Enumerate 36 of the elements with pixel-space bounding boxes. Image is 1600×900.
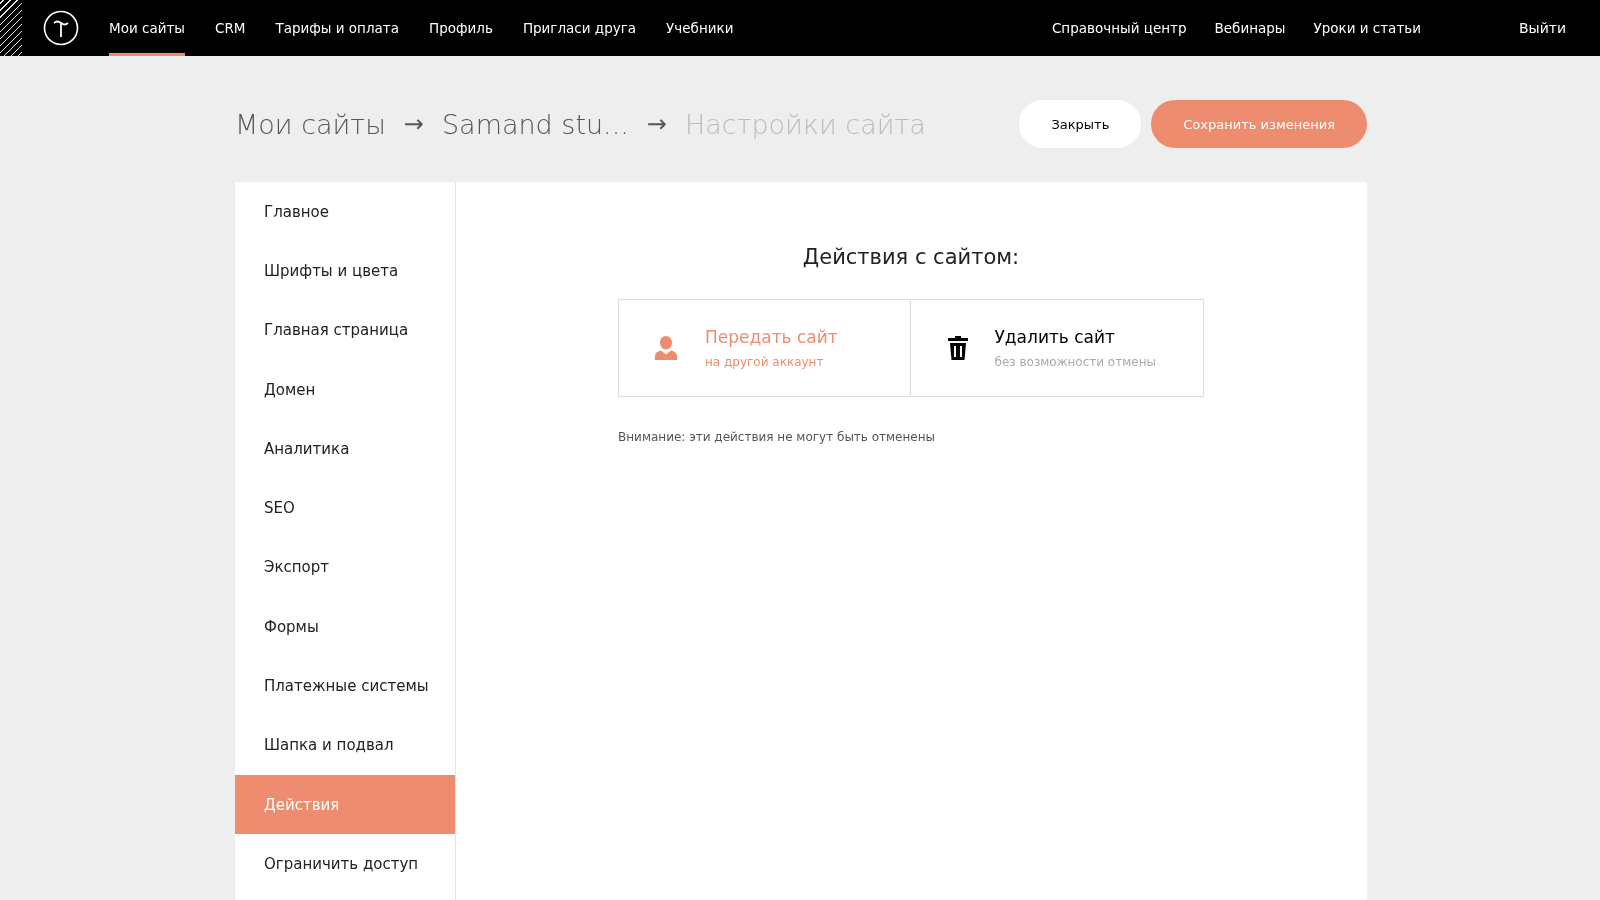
sidebar-item[interactable]: Домен	[235, 359, 455, 420]
person-icon	[653, 335, 679, 361]
logo-icon[interactable]	[43, 10, 79, 46]
sidebar-item[interactable]: Шапка и подвал	[235, 715, 455, 775]
sidebar-item[interactable]: SEO	[235, 478, 455, 538]
sidebar-item[interactable]: Главное	[235, 182, 455, 242]
section-title: Действия с сайтом:	[802, 245, 1020, 269]
card-subtitle: на другой аккаунт	[705, 355, 825, 369]
nav-tab[interactable]: Мои сайты	[109, 0, 185, 56]
sidebar-item[interactable]: Ограничить доступ	[235, 834, 455, 894]
arrow-separator: →	[646, 110, 667, 138]
card-subtitle: без возможности отмены	[994, 355, 1156, 369]
sidebar-item[interactable]: Главная страница	[235, 300, 455, 360]
breadcrumb-link[interactable]: Samand stu...	[441, 108, 629, 140]
delete-site-card[interactable]: Удалить сайт без возможности отмены	[909, 300, 1203, 396]
nav-tab[interactable]: CRM	[214, 0, 246, 56]
sidebar-item[interactable]: Аналитика	[235, 419, 455, 479]
nav-tab[interactable]: Профиль	[429, 0, 493, 56]
close-button[interactable]: Закрыть	[1019, 100, 1142, 148]
nav-link[interactable]: Уроки и статьи	[1313, 0, 1421, 56]
trash-icon	[946, 335, 969, 361]
sidebar-item[interactable]: Формы	[235, 597, 455, 657]
logout-link[interactable]: Выйти	[1519, 20, 1566, 36]
sidebar-item[interactable]: Экспорт	[235, 537, 455, 598]
nav-tab[interactable]: Учебники	[666, 0, 734, 56]
nav-tab[interactable]: Тарифы и оплата	[275, 0, 399, 56]
nav-tab[interactable]: Пригласи друга	[522, 0, 637, 56]
sidebar-item[interactable]: Платежные системы	[235, 656, 455, 716]
card-title: Передать сайт	[705, 327, 838, 347]
arrow-separator: →	[403, 110, 424, 138]
sidebar-item[interactable]: Шрифты и цвета	[235, 241, 455, 301]
nav-link[interactable]: Вебинары	[1214, 0, 1286, 56]
card-title: Удалить сайт	[994, 327, 1116, 347]
breadcrumb-link[interactable]: Мои сайты	[235, 108, 386, 140]
nav-link[interactable]: Справочный центр	[1051, 0, 1187, 56]
warning-note: Внимание: эти действия не могут быть отменены	[618, 430, 936, 444]
